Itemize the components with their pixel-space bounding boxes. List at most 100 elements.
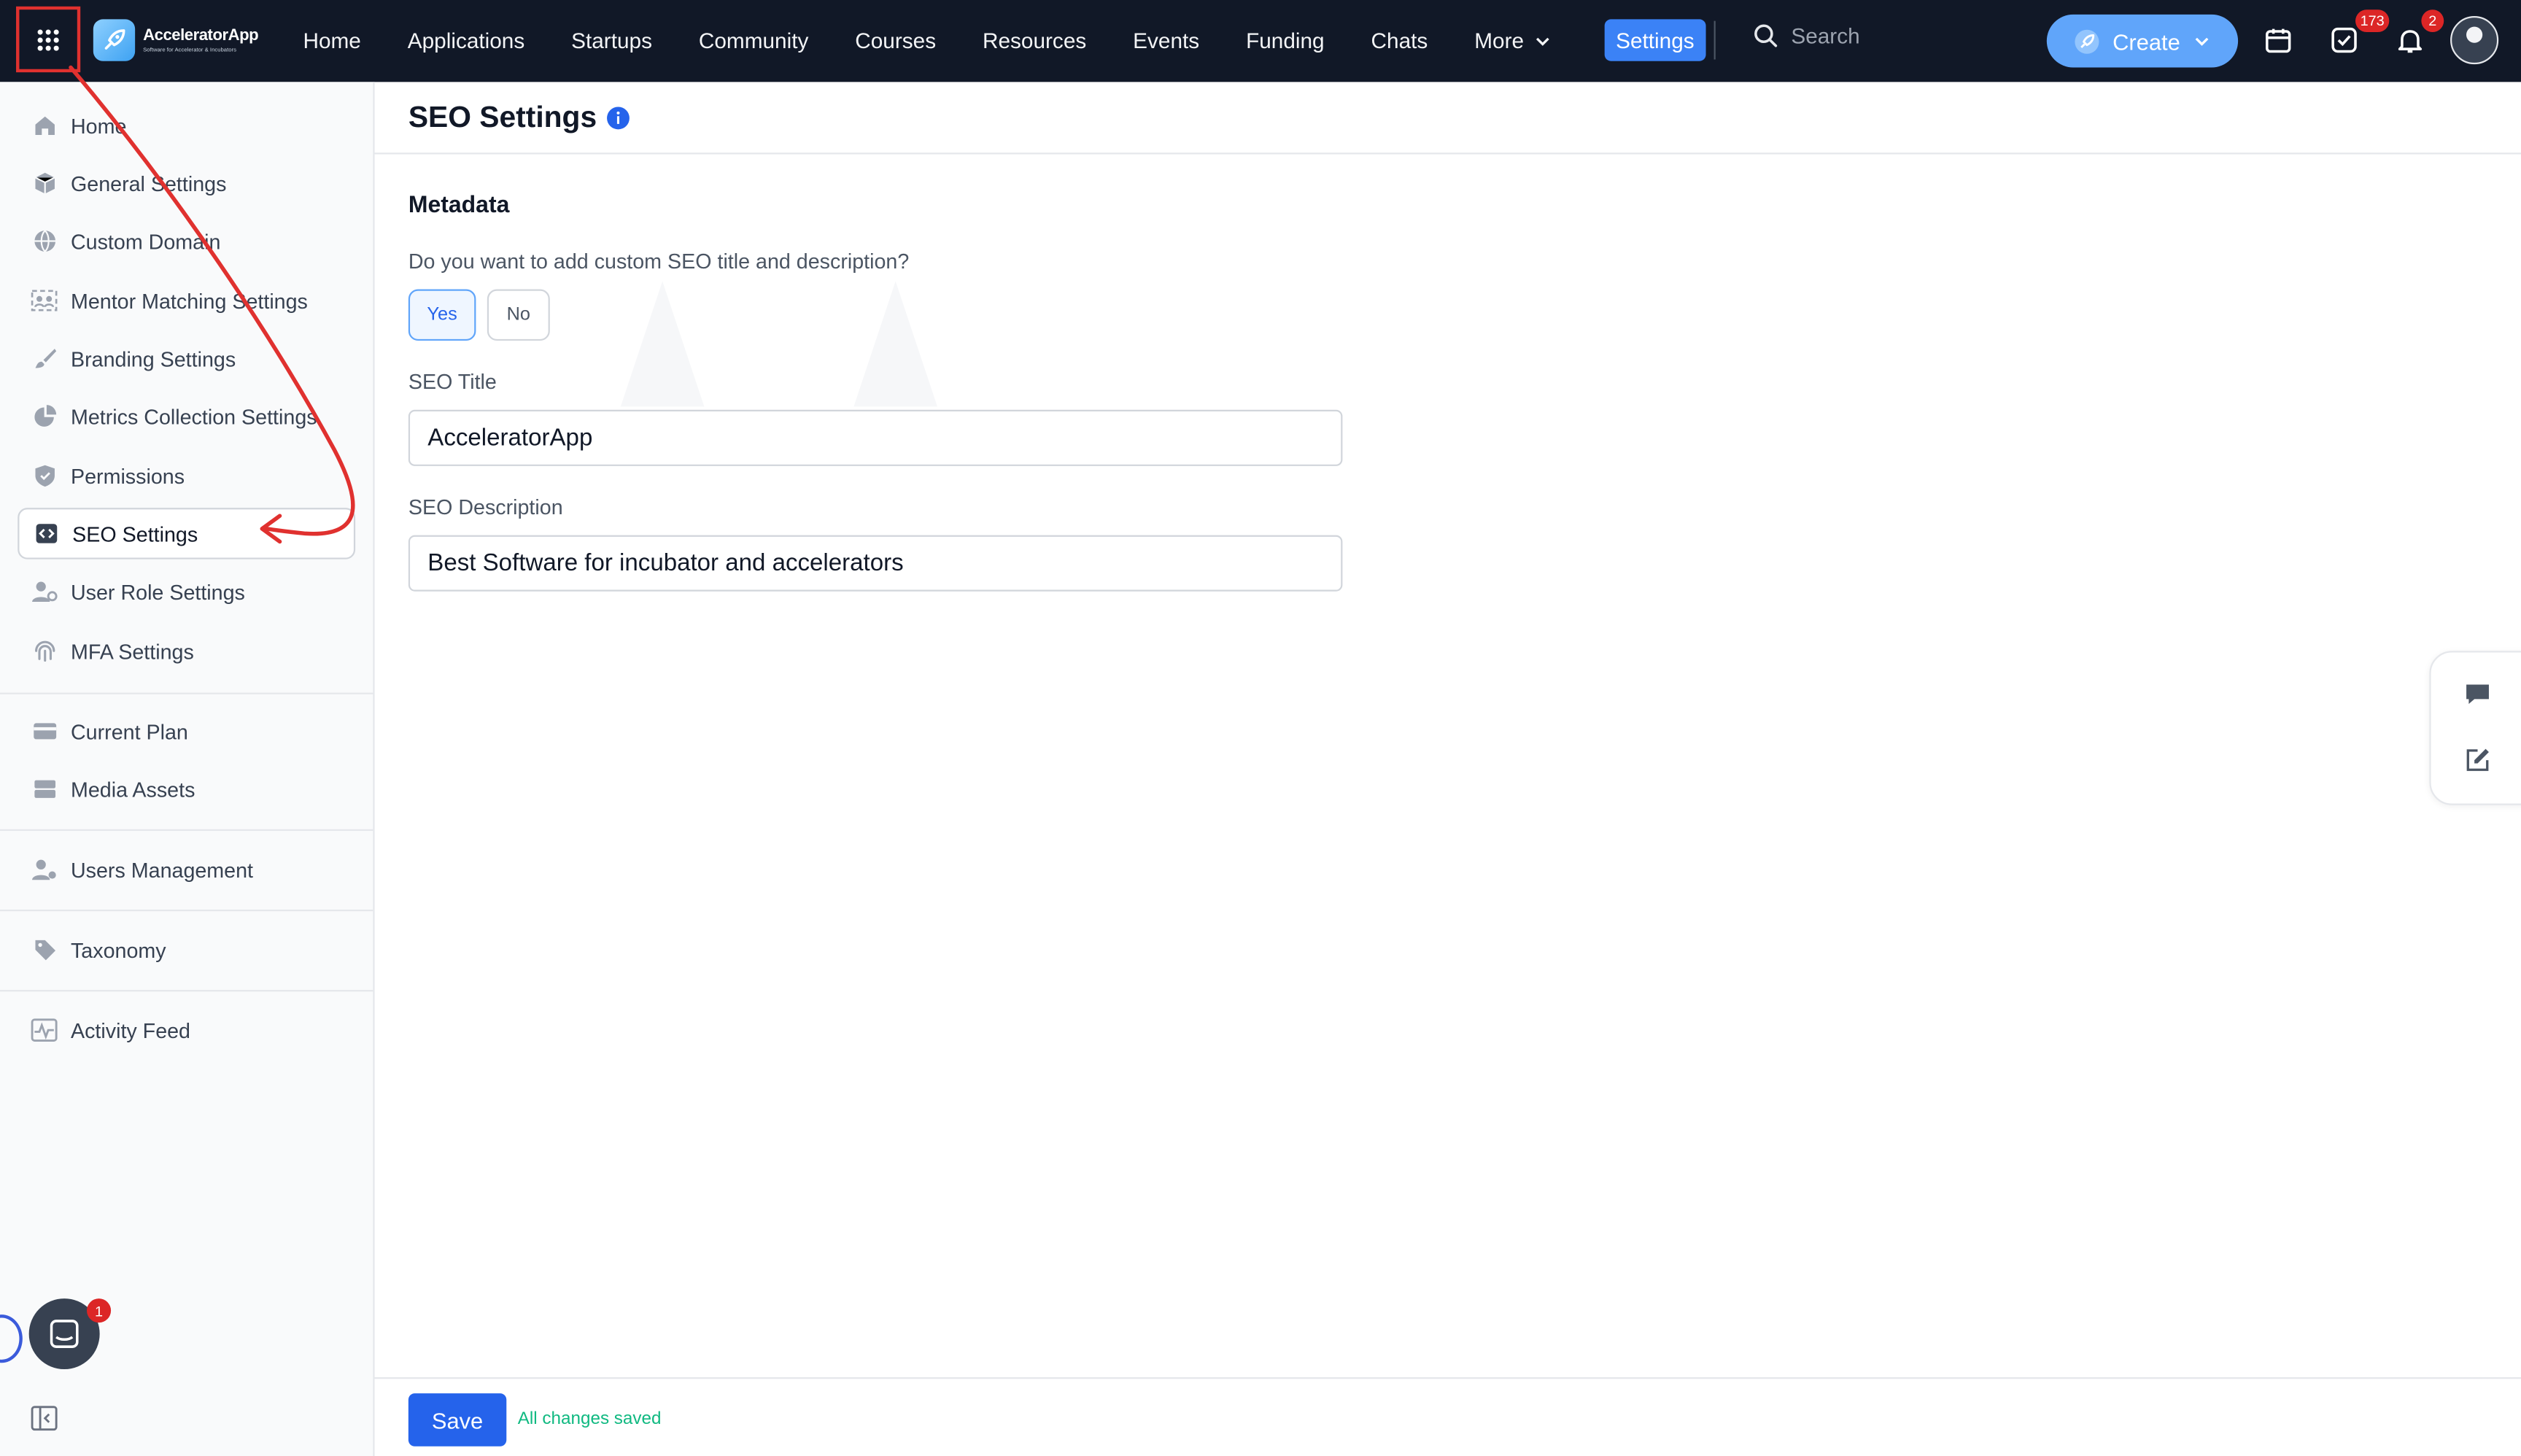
top-navigation-bar: AcceleratorApp Software for Accelerator … <box>0 0 2521 82</box>
brand-logo[interactable]: AcceleratorApp Software for Accelerator … <box>93 19 259 61</box>
sidebar-item-label: Metrics Collection Settings <box>70 404 317 429</box>
sidebar-item-label: Users Management <box>70 857 254 882</box>
nav-startups[interactable]: Startups <box>548 29 675 53</box>
nav-settings[interactable]: Settings <box>1604 19 1706 61</box>
yes-option-button[interactable]: Yes <box>408 289 476 341</box>
sidebar-divider <box>0 909 373 912</box>
brush-icon <box>31 345 58 372</box>
seo-description-input[interactable] <box>408 535 1343 592</box>
sidebar-item-home[interactable]: Home <box>18 100 355 151</box>
calendar-button[interactable] <box>2261 23 2296 58</box>
notifications-count-badge: 2 <box>2421 9 2444 33</box>
search-icon <box>1754 24 1778 47</box>
brand-name: AcceleratorApp <box>143 27 259 45</box>
shield-icon <box>31 462 58 489</box>
fingerprint-icon <box>31 638 58 665</box>
tutorial-arrow-annotation <box>69 65 355 544</box>
brand-tagline: Software for Accelerator & Incubators <box>143 46 236 53</box>
sidebar-item-label: Home <box>70 113 127 138</box>
nav-home[interactable]: Home <box>280 29 384 53</box>
sidebar-item-permissions[interactable]: Permissions <box>18 450 355 501</box>
nav-funding[interactable]: Funding <box>1223 29 1347 53</box>
calendar-icon <box>2266 28 2291 53</box>
seo-title-label: SEO Title <box>408 369 497 394</box>
people-match-icon <box>31 287 58 314</box>
globe-icon <box>31 228 58 255</box>
info-icon[interactable] <box>606 106 630 130</box>
create-label: Create <box>2113 28 2180 54</box>
users-gear-icon <box>31 856 58 883</box>
chat-unread-badge: 1 <box>87 1298 112 1323</box>
sidebar-item-label: Custom Domain <box>70 228 221 253</box>
nav-chats[interactable]: Chats <box>1348 29 1452 53</box>
watermark-shape <box>620 281 705 407</box>
seo-description-label: SEO Description <box>408 495 563 519</box>
collapse-sidebar-icon[interactable] <box>31 1405 58 1432</box>
sidebar-item-label: Mentor Matching Settings <box>70 288 308 313</box>
sidebar-item-activity-feed[interactable]: Activity Feed <box>18 1004 355 1056</box>
chat-icon <box>50 1320 79 1348</box>
sidebar-item-users-management[interactable]: Users Management <box>18 844 355 895</box>
sidebar-item-label: Taxonomy <box>70 937 166 962</box>
comment-icon <box>2466 684 2489 704</box>
page-title: SEO Settings <box>408 99 597 133</box>
nav-resources[interactable]: Resources <box>959 29 1110 53</box>
search-placeholder: Search <box>1791 23 1860 47</box>
activity-icon <box>31 1016 58 1043</box>
sidebar-item-mfa[interactable]: MFA Settings <box>18 625 355 676</box>
custom-seo-question: Do you want to add custom SEO title and … <box>408 249 910 274</box>
tasks-button[interactable] <box>2326 23 2361 58</box>
user-role-icon <box>31 578 58 605</box>
edit-note-button[interactable] <box>2460 743 2495 778</box>
no-option-button[interactable]: No <box>487 289 550 341</box>
sidebar-item-label: Branding Settings <box>70 346 236 371</box>
sidebar-divider <box>0 692 373 694</box>
notifications-button[interactable] <box>2393 23 2428 58</box>
chevron-down-icon <box>1536 37 1549 46</box>
nav-community[interactable]: Community <box>675 29 832 53</box>
seo-title-input[interactable] <box>408 409 1343 466</box>
nav-courses[interactable]: Courses <box>832 29 959 53</box>
form-footer: Save All changes saved <box>374 1377 2521 1456</box>
search-box[interactable]: Search <box>1752 23 1860 48</box>
main-nav: Home Applications Startups Community Cou… <box>280 0 1575 82</box>
sidebar-item-general-settings[interactable]: General Settings <box>18 158 355 209</box>
server-icon <box>31 775 58 802</box>
sidebar-item-custom-domain[interactable]: Custom Domain <box>18 215 355 266</box>
rocket-icon <box>93 19 136 61</box>
user-avatar[interactable] <box>2450 16 2499 65</box>
nav-events[interactable]: Events <box>1110 29 1223 53</box>
nav-more[interactable]: More <box>1451 29 1574 53</box>
comment-button[interactable] <box>2460 677 2495 712</box>
sidebar-item-label: Activity Feed <box>70 1018 191 1042</box>
rocket-icon <box>2075 28 2099 53</box>
sidebar-item-seo-settings[interactable]: SEO Settings <box>18 508 356 559</box>
nav-divider <box>1713 20 1716 60</box>
bell-icon <box>2398 30 2423 53</box>
sidebar-item-taxonomy[interactable]: Taxonomy <box>18 924 355 975</box>
sidebar-item-label: Permissions <box>70 463 185 488</box>
sidebar-item-label: MFA Settings <box>70 638 194 663</box>
checkbox-icon <box>2331 27 2357 53</box>
nav-applications[interactable]: Applications <box>384 29 548 53</box>
save-button[interactable]: Save <box>408 1393 507 1447</box>
sidebar-item-current-plan[interactable]: Current Plan <box>18 705 355 756</box>
pie-chart-icon <box>31 403 58 430</box>
sidebar-item-user-role[interactable]: User Role Settings <box>18 565 355 616</box>
cube-icon <box>31 169 58 196</box>
home-icon <box>31 112 58 139</box>
save-status-text: All changes saved <box>517 1409 662 1429</box>
chevron-down-icon <box>2195 37 2209 46</box>
page-header: SEO Settings <box>374 82 2521 155</box>
sidebar-divider <box>0 829 373 832</box>
create-button[interactable]: Create <box>2046 14 2239 68</box>
app-launcher-button[interactable] <box>16 6 81 73</box>
sidebar-item-media-assets[interactable]: Media Assets <box>18 763 355 814</box>
sidebar-item-metrics-collection[interactable]: Metrics Collection Settings <box>18 390 355 441</box>
watermark-shape <box>853 281 937 407</box>
sidebar-item-mentor-matching[interactable]: Mentor Matching Settings <box>18 275 355 326</box>
sidebar-divider <box>0 990 373 992</box>
code-icon <box>32 520 59 547</box>
tag-icon <box>31 936 58 963</box>
sidebar-item-branding[interactable]: Branding Settings <box>18 333 355 384</box>
